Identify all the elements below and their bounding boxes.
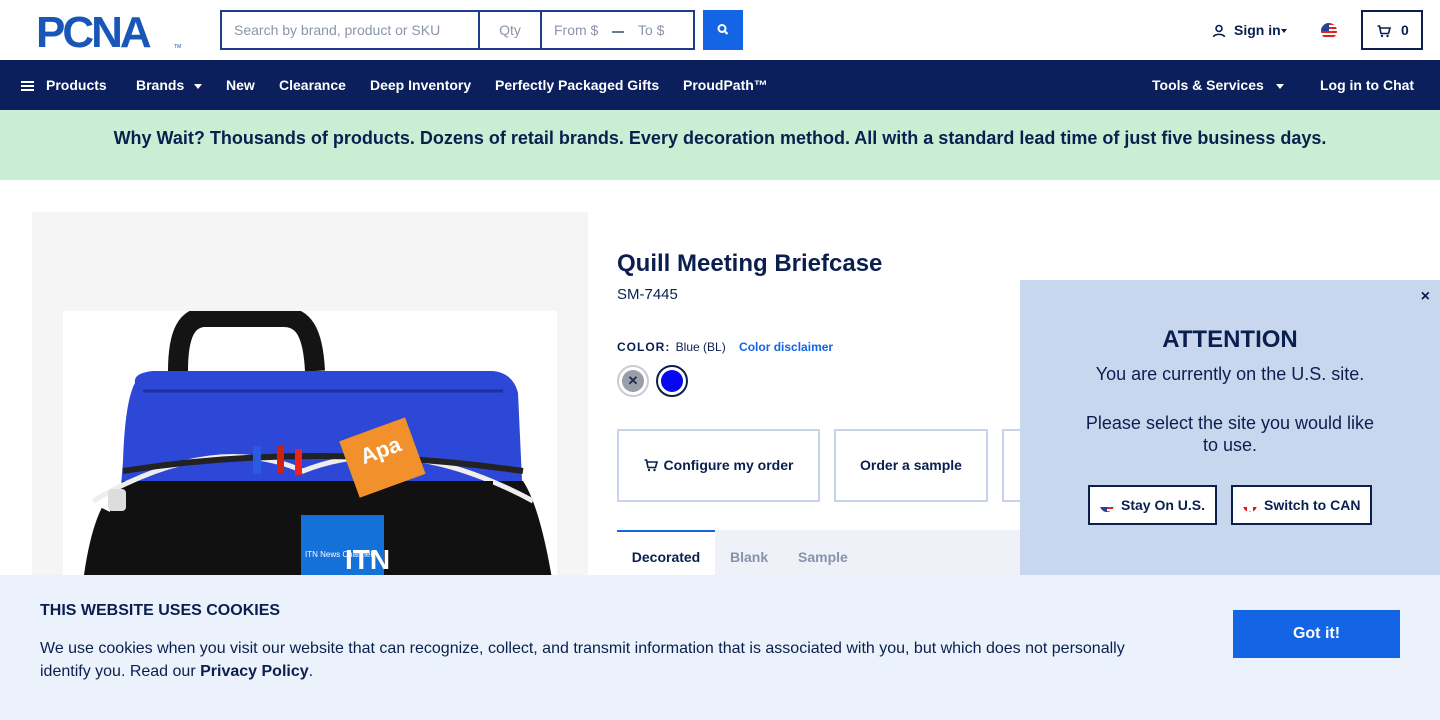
- tab-sample[interactable]: Sample: [798, 530, 848, 575]
- nav-brands-label: Brands: [136, 77, 185, 93]
- color-value: Blue (BL): [675, 340, 726, 354]
- svg-text:ITN: ITN: [345, 544, 390, 575]
- color-row: COLOR: Blue (BL) Color disclaimer: [617, 340, 833, 354]
- cart-icon: [644, 458, 658, 471]
- search-input[interactable]: Search by brand, product or SKU: [220, 10, 478, 50]
- cart-count: 0: [1401, 22, 1409, 38]
- nav-gifts[interactable]: Perfectly Packaged Gifts: [495, 60, 659, 110]
- switch-can-button[interactable]: Switch to CAN: [1231, 485, 1373, 525]
- menu-icon: [21, 81, 34, 92]
- nav-proudpath[interactable]: ProudPath™: [683, 60, 768, 110]
- us-flag-icon[interactable]: [1321, 23, 1337, 39]
- pcna-logo[interactable]: PCNA TM: [36, 12, 184, 50]
- accept-cookies-button[interactable]: Got it!: [1233, 610, 1400, 658]
- modal-prompt: Please select the site you would like to…: [1085, 413, 1375, 455]
- tab-decorated[interactable]: Decorated: [617, 530, 715, 575]
- order-sample-button[interactable]: Order a sample: [834, 429, 988, 502]
- main-nav: Products Brands New Clearance Deep Inven…: [0, 60, 1440, 110]
- qty-input[interactable]: Qty: [478, 10, 540, 50]
- swatch-gray[interactable]: ✕: [617, 365, 649, 397]
- product-title: Quill Meeting Briefcase: [617, 250, 883, 277]
- nav-products-label: Products: [46, 77, 107, 93]
- stay-us-label: Stay On U.S.: [1121, 497, 1206, 513]
- product-sku: SM-7445: [617, 286, 678, 303]
- user-icon: [1212, 24, 1226, 38]
- price-range-input[interactable]: From $ To $: [540, 10, 695, 50]
- nav-new[interactable]: New: [226, 60, 255, 110]
- sign-in-button[interactable]: Sign in: [1212, 22, 1287, 38]
- chevron-down-icon: [194, 83, 203, 89]
- price-to-input[interactable]: To $: [638, 12, 664, 48]
- swatch-blue[interactable]: [656, 365, 688, 397]
- chevron-down-icon: [1275, 83, 1284, 89]
- close-icon[interactable]: ×: [1421, 288, 1430, 306]
- cookie-period: .: [308, 663, 314, 680]
- swatch-fill: [661, 370, 683, 392]
- svg-text:PCNA: PCNA: [36, 12, 151, 50]
- cookie-banner: THIS WEBSITE USES COOKIES We use cookies…: [0, 575, 1440, 720]
- price-from-input[interactable]: From $: [554, 12, 598, 48]
- modal-heading: ATTENTION: [1162, 326, 1298, 353]
- canada-flag-icon: [1243, 498, 1257, 513]
- privacy-policy-link[interactable]: Privacy Policy: [200, 663, 309, 680]
- chat-login-link[interactable]: Log in to Chat: [1320, 60, 1414, 110]
- search-button[interactable]: [703, 10, 743, 50]
- cookie-title: THIS WEBSITE USES COOKIES: [40, 602, 281, 619]
- range-dash: [612, 31, 624, 33]
- site-selection-modal: × ATTENTION You are currently on the U.S…: [1020, 280, 1440, 575]
- nav-tools-label: Tools & Services: [1152, 77, 1264, 93]
- promo-banner: Why Wait? Thousands of products. Dozens …: [0, 110, 1440, 180]
- sign-in-label: Sign in: [1234, 22, 1281, 38]
- modal-message: You are currently on the U.S. site.: [1095, 364, 1365, 384]
- cookie-text: We use cookies when you visit our websit…: [40, 637, 1160, 683]
- svg-text:TM: TM: [174, 44, 181, 50]
- nav-clearance[interactable]: Clearance: [279, 60, 346, 110]
- nav-tools-services[interactable]: Tools & Services: [1152, 60, 1284, 110]
- cart-button[interactable]: 0: [1361, 10, 1423, 50]
- promo-text: Why Wait? Thousands of products. Dozens …: [113, 128, 1327, 148]
- unavailable-x-icon: ✕: [627, 373, 639, 388]
- chevron-down-icon: [1280, 29, 1287, 34]
- search-icon: [717, 24, 729, 35]
- configure-order-label: Configure my order: [663, 457, 794, 473]
- color-disclaimer-link[interactable]: Color disclaimer: [739, 340, 833, 354]
- switch-can-label: Switch to CAN: [1264, 497, 1361, 513]
- configure-order-button[interactable]: Configure my order: [617, 429, 820, 502]
- tab-blank[interactable]: Blank: [730, 530, 768, 575]
- us-flag-icon: [1100, 498, 1114, 513]
- cart-icon: [1377, 24, 1392, 37]
- site-header: PCNA TM Search by brand, product or SKU …: [0, 0, 1440, 60]
- nav-products[interactable]: Products: [21, 60, 107, 110]
- nav-deep-inventory[interactable]: Deep Inventory: [370, 60, 471, 110]
- stay-us-button[interactable]: Stay On U.S.: [1088, 485, 1218, 525]
- nav-brands[interactable]: Brands: [136, 60, 203, 110]
- color-label: COLOR:: [617, 340, 671, 354]
